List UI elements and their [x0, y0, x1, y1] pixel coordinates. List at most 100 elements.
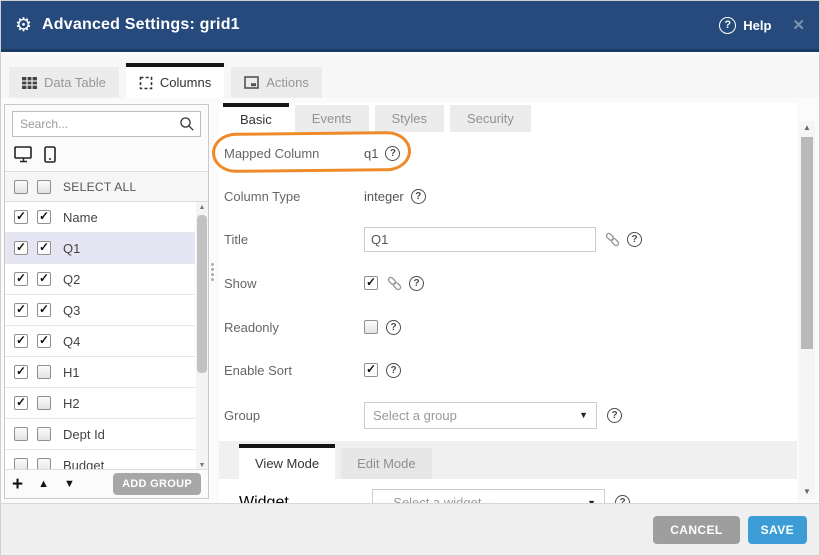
tab-styles[interactable]: Styles — [375, 105, 444, 132]
list-item[interactable]: H1 — [5, 357, 195, 388]
tab-events[interactable]: Events — [295, 105, 369, 132]
tab-basic[interactable]: Basic — [223, 103, 289, 132]
help-icon[interactable]: ? — [411, 189, 426, 204]
scroll-down-icon[interactable]: ▼ — [799, 485, 815, 499]
mobile-checkbox[interactable] — [37, 272, 51, 286]
mobile-icon[interactable] — [44, 146, 56, 168]
table-icon — [22, 77, 37, 89]
desktop-checkbox[interactable] — [14, 210, 28, 224]
tab-actions[interactable]: Actions — [231, 67, 322, 98]
search-icon[interactable] — [179, 116, 195, 137]
column-label: Dept Id — [63, 427, 105, 442]
tab-data-table[interactable]: Data Table — [9, 67, 119, 98]
desktop-checkbox[interactable] — [14, 396, 28, 410]
widget-select[interactable]: -- Select a widget -- ▼ — [372, 489, 605, 504]
main-scrollbar[interactable]: ▲ ▼ — [799, 121, 815, 499]
visibility-header — [5, 142, 208, 171]
add-column-button[interactable]: + — [12, 475, 23, 494]
column-label: H1 — [63, 365, 80, 380]
select-all-desktop-checkbox[interactable] — [14, 180, 28, 194]
add-group-button[interactable]: ADD GROUP — [113, 473, 201, 495]
tab-label: Columns — [160, 75, 211, 90]
help-label[interactable]: Help — [743, 18, 771, 33]
title-input[interactable] — [364, 227, 596, 252]
list-item[interactable]: Q2 — [5, 264, 195, 295]
mobile-checkbox[interactable] — [37, 241, 51, 255]
field-label: Readonly — [224, 320, 364, 335]
tab-view-mode[interactable]: View Mode — [239, 444, 335, 479]
group-select[interactable]: Select a group ▼ — [364, 402, 597, 429]
mobile-checkbox[interactable] — [37, 210, 51, 224]
help-icon[interactable]: ? — [607, 408, 622, 423]
help-icon[interactable]: ? — [385, 146, 400, 161]
mobile-checkbox[interactable] — [37, 396, 51, 410]
field-label: Mapped Column — [224, 146, 364, 161]
column-settings-panel: Basic Events Styles Security Mapped Colu… — [219, 103, 797, 504]
mobile-checkbox[interactable] — [37, 334, 51, 348]
columns-list: Name Q1 Q2 Q3 Q4 — [5, 202, 208, 472]
column-label: H2 — [63, 396, 80, 411]
tab-label: View Mode — [255, 456, 319, 471]
select-all-mobile-checkbox[interactable] — [37, 180, 51, 194]
desktop-checkbox[interactable] — [14, 427, 28, 441]
select-all-label: SELECT ALL — [63, 180, 137, 194]
tab-edit-mode[interactable]: Edit Mode — [341, 448, 432, 479]
tab-label: Events — [312, 111, 352, 126]
dialog-footer: CANCEL SAVE — [1, 503, 819, 555]
move-up-button[interactable]: ▲ — [38, 478, 49, 490]
selection-icon — [139, 76, 153, 90]
list-item[interactable]: Name — [5, 202, 195, 233]
link-icon[interactable] — [386, 275, 403, 292]
column-label: Q1 — [63, 241, 80, 256]
tab-security[interactable]: Security — [450, 105, 531, 132]
help-icon[interactable]: ? — [627, 232, 642, 247]
move-down-button[interactable]: ▼ — [64, 478, 75, 490]
desktop-checkbox[interactable] — [14, 365, 28, 379]
enable-sort-checkbox[interactable] — [364, 363, 378, 377]
help-icon[interactable]: ? — [409, 276, 424, 291]
chevron-down-icon: ▼ — [579, 410, 588, 420]
desktop-checkbox[interactable] — [14, 241, 28, 255]
columns-sidebar: SELECT ALL Name Q1 Q2 Q3 — [4, 104, 209, 499]
mobile-checkbox[interactable] — [37, 303, 51, 317]
sidebar-scrollbar[interactable]: ▲ ▼ — [196, 202, 208, 472]
mapped-column-row: Mapped Column q1 ? — [219, 132, 797, 175]
mode-subpanel: View Mode Edit Mode Widget -- Select a w… — [219, 441, 797, 504]
advanced-settings-dialog: ⚙ Advanced Settings: grid1 ? Help ✕ Data… — [0, 0, 820, 556]
help-icon[interactable]: ? — [386, 363, 401, 378]
mobile-checkbox[interactable] — [37, 427, 51, 441]
list-item[interactable]: Q3 — [5, 295, 195, 326]
link-icon[interactable] — [604, 231, 621, 248]
save-button[interactable]: SAVE — [748, 516, 807, 544]
readonly-checkbox[interactable] — [364, 320, 378, 334]
column-type-row: Column Type integer ? — [219, 175, 797, 218]
mobile-checkbox[interactable] — [37, 365, 51, 379]
list-item[interactable]: H2 — [5, 388, 195, 419]
field-label: Column Type — [224, 189, 364, 204]
desktop-checkbox[interactable] — [14, 303, 28, 317]
scrollbar-thumb[interactable] — [801, 137, 813, 349]
actions-icon — [244, 76, 259, 89]
column-label: Q4 — [63, 334, 80, 349]
cancel-button[interactable]: CANCEL — [653, 516, 739, 544]
splitter-handle[interactable] — [211, 263, 214, 266]
scroll-up-icon[interactable]: ▲ — [196, 202, 208, 214]
list-item[interactable]: Q1 — [5, 233, 195, 264]
enable-sort-row: Enable Sort ? — [219, 349, 797, 391]
list-item[interactable]: Q4 — [5, 326, 195, 357]
tab-label: Security — [467, 111, 514, 126]
tab-columns[interactable]: Columns — [126, 63, 224, 98]
close-icon[interactable]: ✕ — [792, 16, 805, 34]
scroll-up-icon[interactable]: ▲ — [799, 121, 815, 135]
desktop-icon[interactable] — [14, 146, 33, 168]
help-icon[interactable]: ? — [386, 320, 401, 335]
field-label: Enable Sort — [224, 363, 364, 378]
desktop-checkbox[interactable] — [14, 334, 28, 348]
list-item[interactable]: Dept Id — [5, 419, 195, 450]
scrollbar-thumb[interactable] — [197, 215, 207, 373]
help-icon[interactable]: ? — [719, 17, 736, 34]
search-input[interactable] — [12, 111, 201, 137]
field-label: Show — [224, 276, 364, 291]
show-checkbox[interactable] — [364, 276, 378, 290]
desktop-checkbox[interactable] — [14, 272, 28, 286]
